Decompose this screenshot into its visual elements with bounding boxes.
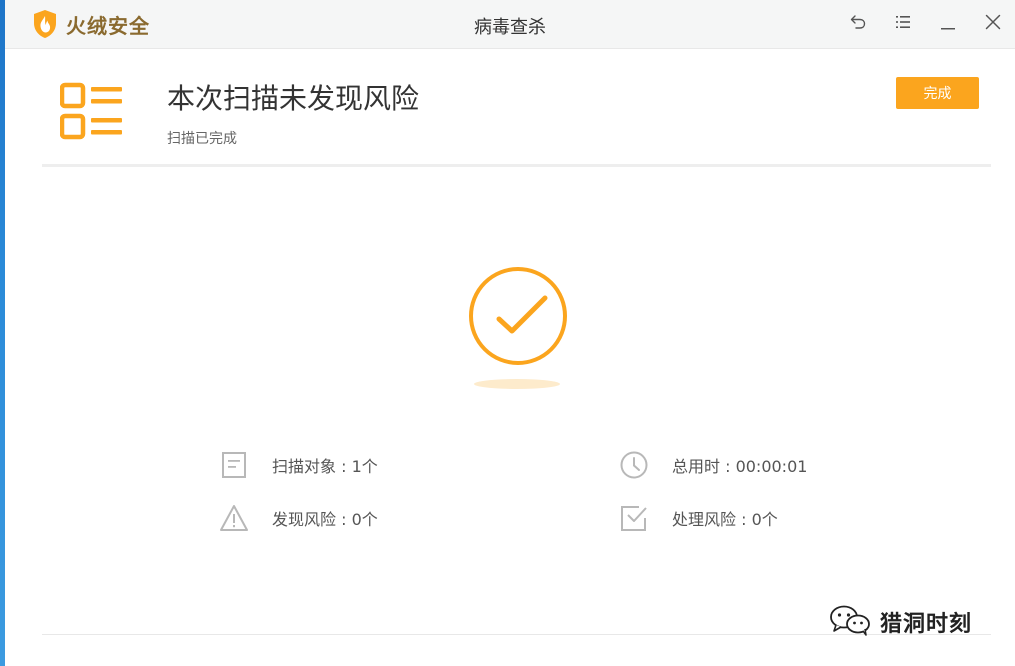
stat-total-time: 总用时 : 00:00:01 — [619, 450, 807, 480]
back-button[interactable] — [846, 12, 870, 36]
risks-found-value: 发现风险 : 0个 — [272, 510, 378, 529]
list-grid-icon — [59, 81, 124, 149]
scan-result-header: 本次扫描未发现风险 扫描已完成 完成 — [42, 49, 991, 165]
result-subtitle: 扫描已完成 — [167, 131, 237, 147]
menu-list-icon — [894, 13, 912, 35]
title-bar: 火绒安全 病毒查杀 — [5, 0, 1015, 49]
menu-button[interactable] — [891, 12, 915, 36]
watermark-text: 猎洞时刻 — [880, 612, 973, 637]
document-icon — [219, 450, 249, 480]
minimize-button[interactable] — [936, 12, 960, 36]
undo-arrow-icon — [849, 13, 867, 35]
wechat-icon — [828, 603, 872, 641]
risks-handled-value: 处理风险 : 0个 — [672, 510, 778, 529]
desktop-background-strip — [0, 0, 5, 666]
close-button[interactable] — [981, 12, 1005, 36]
done-button[interactable]: 完成 — [896, 77, 979, 109]
check-circle-icon — [466, 267, 570, 398]
result-check — [466, 266, 570, 394]
stat-scan-objects: 扫描对象 : 1个 — [219, 450, 378, 480]
watermark: 猎洞时刻 — [828, 604, 972, 640]
stat-risks-handled: 处理风险 : 0个 — [619, 503, 778, 533]
total-time-value: 总用时 : 00:00:01 — [672, 457, 808, 476]
app-window: 火绒安全 病毒查杀 本次扫描未发现风险 扫描已完成 完成 扫描对象: 1个 总… — [0, 0, 1015, 666]
checked-box-icon — [619, 503, 649, 533]
warning-triangle-icon — [219, 503, 249, 533]
scan-objects-value: 扫描对象 : 1个 — [272, 457, 378, 476]
header-divider — [42, 164, 991, 167]
result-title: 本次扫描未发现风险 — [167, 82, 420, 115]
stat-risks-found: 发现风险 : 0个 — [219, 503, 378, 533]
close-icon — [984, 13, 1002, 35]
minimize-icon — [939, 13, 957, 35]
clock-icon — [619, 450, 649, 480]
